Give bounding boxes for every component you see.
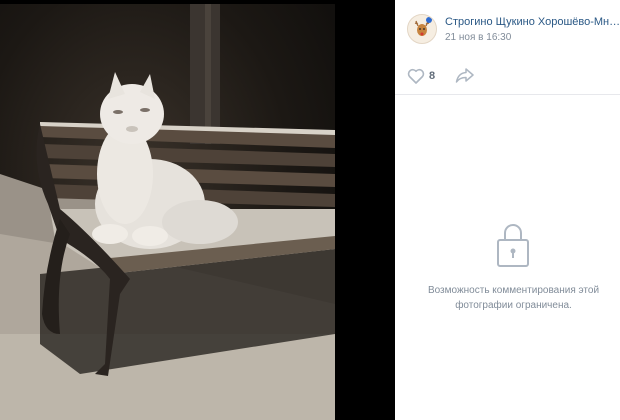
like-button[interactable]: 8 — [407, 66, 435, 86]
post-timestamp[interactable]: 21 ноя в 16:30 — [445, 32, 511, 43]
deer-logo-icon — [408, 15, 436, 43]
post-actions: 8 — [407, 66, 607, 86]
group-avatar[interactable] — [407, 14, 437, 44]
heart-icon — [407, 68, 425, 84]
share-arrow-icon — [455, 68, 474, 83]
divider — [395, 94, 620, 95]
photo-scene — [0, 4, 335, 420]
comments-restricted-text: Возможность комментирования этой фотогра… — [427, 285, 600, 311]
photo-viewer — [0, 0, 395, 420]
group-name-link[interactable]: Строгино Щукино Хорошёво-Мнёвники — [445, 16, 620, 28]
like-count: 8 — [429, 70, 436, 82]
post-sidebar: Строгино Щукино Хорошёво-Мнёвники 21 ноя… — [395, 0, 620, 420]
lock-icon — [497, 224, 529, 267]
share-button[interactable] — [455, 67, 475, 88]
post-header: Строгино Щукино Хорошёво-Мнёвники 21 ноя… — [407, 14, 620, 48]
comments-locked-indicator — [496, 222, 530, 273]
post-photo[interactable] — [0, 4, 335, 420]
